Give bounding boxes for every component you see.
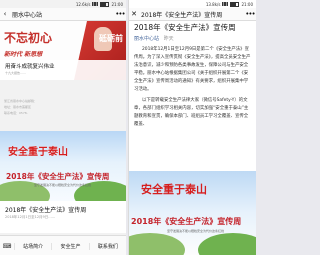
article-body: 2018年12月1日至12月9日是第二个《安全生产法》宣传周。为了深入宣传贯彻《… — [134, 46, 251, 131]
nav-bar: ✕ 2018年《安全生产法》宣传周 ••• — [129, 8, 256, 21]
network-speed: 12.6k/s — [75, 1, 91, 7]
article-title: 2018年《安全生产法》宣传周 — [5, 207, 87, 214]
network-speed: 13.8k/s — [205, 1, 221, 7]
status-bar: 13.8k/s 21:00 — [129, 0, 256, 8]
banner-headline: 安全重于泰山 — [141, 183, 207, 196]
signal-icon — [92, 2, 99, 6]
nav-title: 2018年《安全生产法》宣传周 — [141, 11, 223, 19]
close-icon[interactable]: ✕ — [129, 10, 139, 18]
banner-year-title: 2018年《安全生产法》宣传周 — [131, 217, 242, 226]
article-date: 昨天 — [163, 36, 174, 42]
battery-icon — [230, 1, 240, 7]
article-meta: 丽水中心站 昨天 — [134, 35, 174, 42]
safety-banner-image: 安全重于泰山 2018年《安全生产法》宣传周 坚守发展决不能以牺牲安全为代价这条… — [129, 171, 256, 255]
more-icon[interactable]: ••• — [244, 10, 256, 18]
article-title: 2018年《安全生产法》宣传周 — [134, 23, 236, 32]
banner-year-title: 2018年《安全生产法》宣传周 — [6, 172, 110, 181]
status-bar: 12.6k/s 21:00 — [0, 0, 126, 8]
more-icon[interactable]: ••• — [114, 10, 126, 18]
article-source-link[interactable]: 丽水中心站 — [134, 36, 159, 42]
article-paragraph: 以下是转载安全生产法律大家（微信号Safety-Y）的文章，各部门组织学习相关内… — [134, 97, 249, 127]
banner-headline: 不忘初心 — [4, 31, 53, 45]
keyboard-icon[interactable]: ⌨ — [0, 243, 14, 250]
nav-title: 丽水中心站 — [12, 11, 43, 19]
banner-caption: 坚守发展决不能以牺牲安全为代价这条红线 — [34, 183, 92, 187]
faded-info-block: 浙江省丽水中心站邮箱： 地址：丽水市莲都区 联系电话：0578- — [0, 81, 126, 131]
clock: 21:00 — [111, 1, 123, 7]
article-snippet: 2018年12月1日至12月9日…… — [5, 215, 56, 219]
article-card[interactable]: 用奋斗成就复兴伟业 十九大报告…… — [0, 60, 126, 80]
left-screen: 12.6k/s 21:00 ‹ 丽水中心站 ••• 不忘初心 新时代 新思想 砥… — [0, 0, 126, 255]
back-arrow-icon[interactable]: ‹ — [0, 10, 10, 18]
tab-contact[interactable]: 联系我们 — [88, 242, 126, 250]
nav-bar: ‹ 丽水中心站 ••• — [0, 8, 126, 21]
article-snippet: 十九大报告…… — [5, 71, 27, 75]
article-card[interactable]: 2018年《安全生产法》宣传周 2018年12月1日至12月9日…… — [0, 201, 126, 233]
clock: 21:00 — [241, 1, 253, 7]
banner-headline: 安全重于泰山 — [8, 147, 68, 158]
battery-icon — [100, 1, 110, 7]
bottom-menu-bar: ⌨ 站场简介 安全生产 联系我们 — [0, 235, 126, 255]
article-title: 用奋斗成就复兴伟业 — [5, 64, 55, 70]
article-paragraph: 2018年12月1日至12月9日是第二个《安全生产法》宣传周。为了深入宣传贯彻《… — [134, 47, 251, 93]
tab-station-intro[interactable]: 站场简介 — [14, 242, 51, 250]
banner-slogan: 新时代 新思想 — [4, 51, 43, 58]
signal-icon — [222, 2, 229, 6]
right-screen: 13.8k/s 21:00 ✕ 2018年《安全生产法》宣传周 ••• 2018… — [128, 0, 256, 255]
banner-caption: 坚守发展决不能以牺牲安全为代价这条红线 — [167, 229, 225, 233]
banner-side-text: 砥砺前 — [99, 33, 123, 43]
safety-banner-image[interactable]: 安全重于泰山 2018年《安全生产法》宣传周 坚守发展决不能以牺牲安全为代价这条… — [0, 131, 126, 201]
tab-safety[interactable]: 安全生产 — [51, 242, 88, 250]
